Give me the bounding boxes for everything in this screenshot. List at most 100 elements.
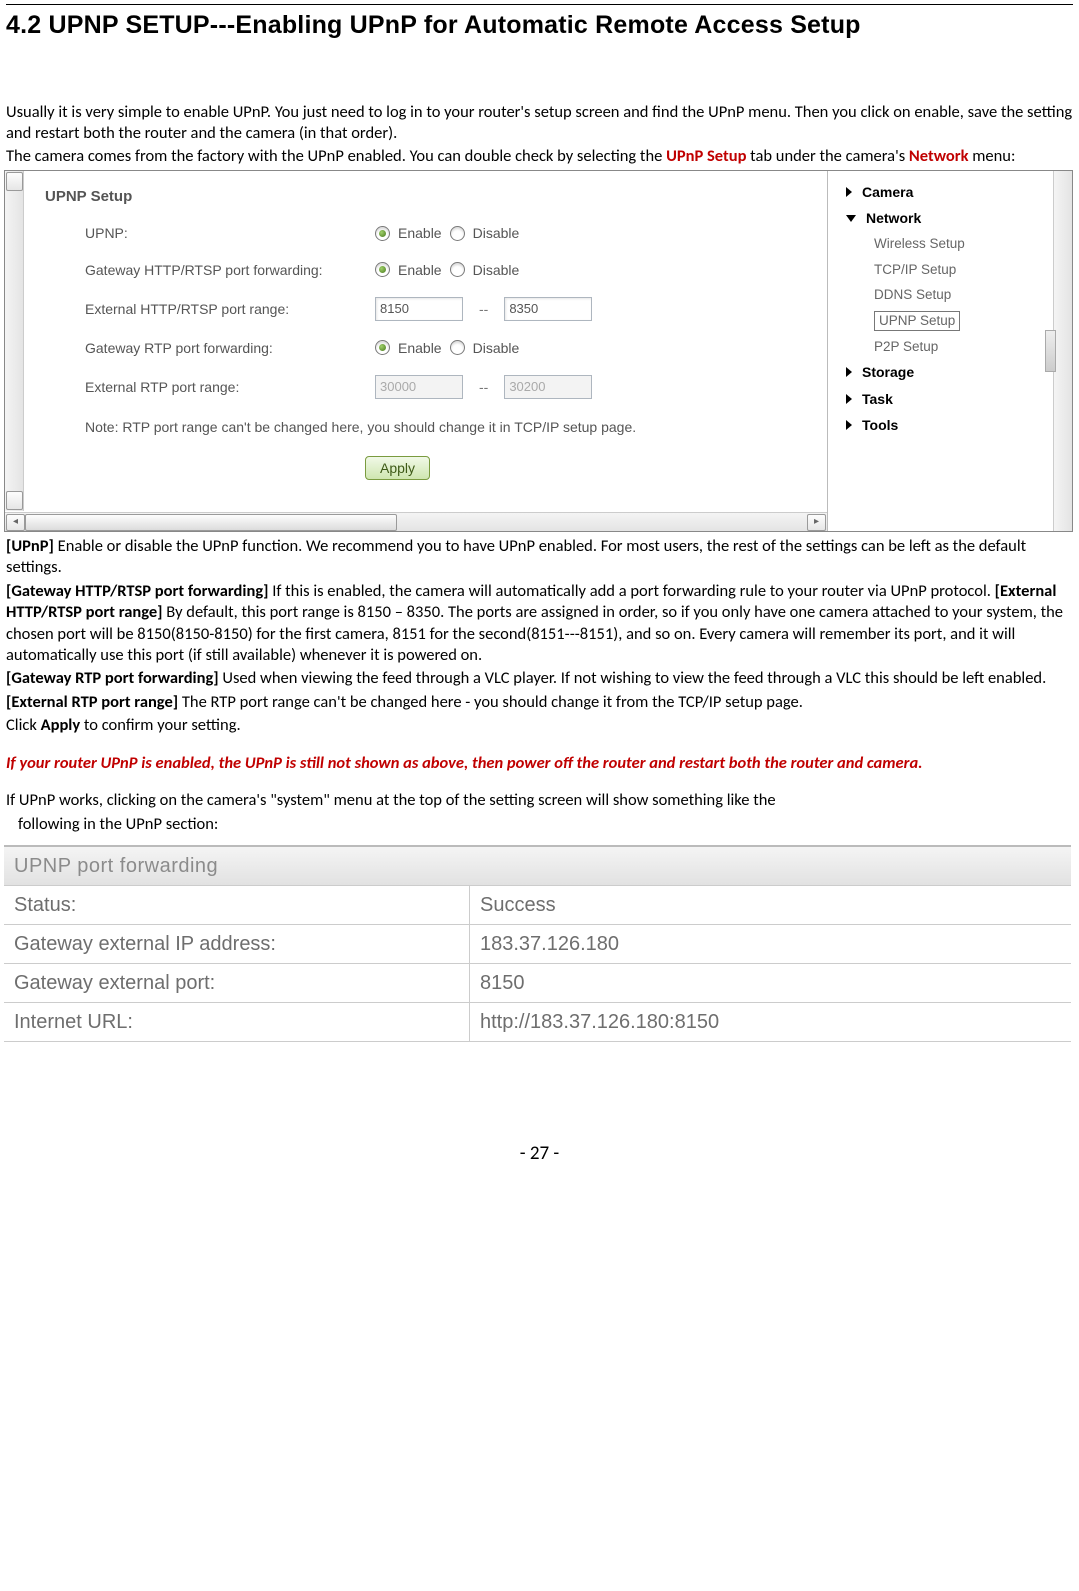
scroll-up-button[interactable] xyxy=(6,172,23,191)
scroll-down-button[interactable] xyxy=(6,491,23,510)
intro-p2: The camera comes from the factory with t… xyxy=(6,146,1073,167)
intro-p1: Usually it is very simple to enable UPnP… xyxy=(6,102,1073,145)
apply-instr-b: Apply xyxy=(41,715,81,735)
nav-task[interactable]: Task xyxy=(846,386,1073,412)
radio-upnp-disable[interactable] xyxy=(450,226,465,241)
tag-upnp: [UPnP] xyxy=(6,536,54,556)
nav-network-label: Network xyxy=(866,209,921,227)
radio-label-enable: Enable xyxy=(398,224,442,242)
radio-gwhttp-enable[interactable] xyxy=(375,262,390,277)
input-ext-rtp-from xyxy=(375,375,463,399)
nav-task-label: Task xyxy=(862,390,893,408)
desc-extrtp: The RTP port range can't be changed here… xyxy=(178,692,803,712)
input-ext-http-to[interactable] xyxy=(504,297,592,321)
label-upnp: UPNP: xyxy=(85,224,375,242)
radio-label-disable2: Disable xyxy=(473,261,520,279)
row-ext-rtp: External RTP port range: -- xyxy=(85,375,760,399)
row-upnp: UPNP: Enable Disable xyxy=(85,224,760,242)
status-value: http://183.37.126.180:8150 xyxy=(470,1003,1071,1041)
restart-warning: If your router UPnP is enabled, the UPnP… xyxy=(6,753,1073,774)
row-gw-rtp: Gateway RTP port forwarding: Enable Disa… xyxy=(85,339,760,357)
desc-upnp: Enable or disable the UPnP function. We … xyxy=(6,536,1026,577)
radio-label-enable2: Enable xyxy=(398,261,442,279)
radio-gwrtp-enable[interactable] xyxy=(375,340,390,355)
chevron-right-icon xyxy=(846,187,852,197)
intro-p2a: The camera comes from the factory with t… xyxy=(6,146,666,166)
scroll-right-button[interactable]: ▸ xyxy=(807,514,826,531)
range-sep: -- xyxy=(479,300,488,318)
status-value: 8150 xyxy=(470,964,1071,1002)
nav-ddns[interactable]: DDNS Setup xyxy=(874,282,1073,308)
nav-tools-label: Tools xyxy=(862,416,898,434)
nav-upnp[interactable]: UPNP Setup xyxy=(874,311,960,331)
radio-label-disable: Disable xyxy=(473,224,520,242)
nav-p2p[interactable]: P2P Setup xyxy=(874,334,1073,360)
status-table-header: UPNP port forwarding xyxy=(4,847,1071,886)
apply-instr-c: to confirm your setting. xyxy=(80,715,240,735)
tag-gwrtp: [Gateway RTP port forwarding] xyxy=(6,668,219,688)
input-ext-rtp-to xyxy=(504,375,592,399)
range-sep2: -- xyxy=(479,378,488,396)
nav-camera-label: Camera xyxy=(862,183,913,201)
desc-gwhttp: If this is enabled, the camera will auto… xyxy=(269,581,995,601)
status-row: Gateway external IP address: 183.37.126.… xyxy=(4,925,1071,964)
upnp-works-1: If UPnP works, clicking on the camera's … xyxy=(6,790,1073,811)
radio-gwrtp-disable[interactable] xyxy=(450,340,465,355)
apply-button[interactable]: Apply xyxy=(365,456,430,480)
tag-extrtp: [External RTP port range] xyxy=(6,692,178,712)
nav-wireless[interactable]: Wireless Setup xyxy=(874,231,1073,257)
radio-gwhttp-disable[interactable] xyxy=(450,262,465,277)
label-gw-http: Gateway HTTP/RTSP port forwarding: xyxy=(85,261,375,279)
row-gw-http: Gateway HTTP/RTSP port forwarding: Enabl… xyxy=(85,261,760,279)
page-number: - 27 - xyxy=(6,1142,1073,1167)
scroll-left-button[interactable]: ◂ xyxy=(6,514,25,531)
nav-network[interactable]: Network xyxy=(846,205,1073,231)
status-row: Gateway external port: 8150 xyxy=(4,964,1071,1003)
radio-label-enable3: Enable xyxy=(398,339,442,357)
status-label: Gateway external IP address: xyxy=(4,925,470,963)
upnp-setup-panel: UPNP Setup UPNP: Enable Disable Gateway … xyxy=(5,171,828,531)
radio-upnp-enable[interactable] xyxy=(375,226,390,241)
input-ext-http-from[interactable] xyxy=(375,297,463,321)
nav-storage-label: Storage xyxy=(862,363,914,381)
label-ext-http: External HTTP/RTSP port range: xyxy=(85,300,375,318)
upnp-status-table: UPNP port forwarding Status: Success Gat… xyxy=(4,845,1071,1042)
chevron-down-icon xyxy=(846,215,856,222)
label-gw-rtp: Gateway RTP port forwarding: xyxy=(85,339,375,357)
chevron-right-icon xyxy=(846,394,852,404)
upnp-setup-ref: UPnP Setup xyxy=(666,146,746,166)
tag-gwhttp: [Gateway HTTP/RTSP port forwarding] xyxy=(6,581,269,601)
status-label: Internet URL: xyxy=(4,1003,470,1041)
status-row: Internet URL: http://183.37.126.180:8150 xyxy=(4,1003,1071,1042)
row-ext-http: External HTTP/RTSP port range: -- xyxy=(85,297,760,321)
apply-instr-a: Click xyxy=(6,715,41,735)
desc-gwrtp: Used when viewing the feed through a VLC… xyxy=(219,668,1047,688)
status-value: 183.37.126.180 xyxy=(470,925,1071,963)
horizontal-scrollbar[interactable]: ◂ ▸ xyxy=(5,512,827,531)
nav-tools[interactable]: Tools xyxy=(846,412,1073,438)
status-row: Status: Success xyxy=(4,886,1071,925)
chevron-right-icon xyxy=(846,367,852,377)
section-title: 4.2 UPNP SETUP---Enabling UPnP for Autom… xyxy=(6,9,1073,42)
rtp-note: Note: RTP port range can't be changed he… xyxy=(85,417,725,438)
panel-title: UPNP Setup xyxy=(45,187,760,207)
intro-p2c: menu: xyxy=(969,146,1016,166)
status-value: Success xyxy=(470,886,1071,924)
status-label: Status: xyxy=(4,886,470,924)
settings-nav: Camera Network Wireless Setup TCP/IP Set… xyxy=(828,171,1073,438)
scroll-thumb[interactable] xyxy=(25,514,397,531)
desc-exthttp: By default, this port range is 8150 – 83… xyxy=(6,602,1063,665)
vertical-scrollbar[interactable] xyxy=(5,171,24,511)
nav-storage[interactable]: Storage xyxy=(846,359,1073,385)
nav-camera[interactable]: Camera xyxy=(846,179,1073,205)
upnp-works-2: following in the UPnP section: xyxy=(18,814,1073,835)
explanations: [UPnP] Enable or disable the UPnP functi… xyxy=(6,536,1073,835)
intro-p2b: tab under the camera's xyxy=(746,146,908,166)
upnp-setup-screenshot: UPNP Setup UPNP: Enable Disable Gateway … xyxy=(4,170,1073,532)
radio-label-disable3: Disable xyxy=(473,339,520,357)
nav-tcpip[interactable]: TCP/IP Setup xyxy=(874,257,1073,283)
chevron-right-icon xyxy=(846,420,852,430)
network-menu-ref: Network xyxy=(909,146,969,166)
status-label: Gateway external port: xyxy=(4,964,470,1002)
intro-block: Usually it is very simple to enable UPnP… xyxy=(6,102,1073,168)
